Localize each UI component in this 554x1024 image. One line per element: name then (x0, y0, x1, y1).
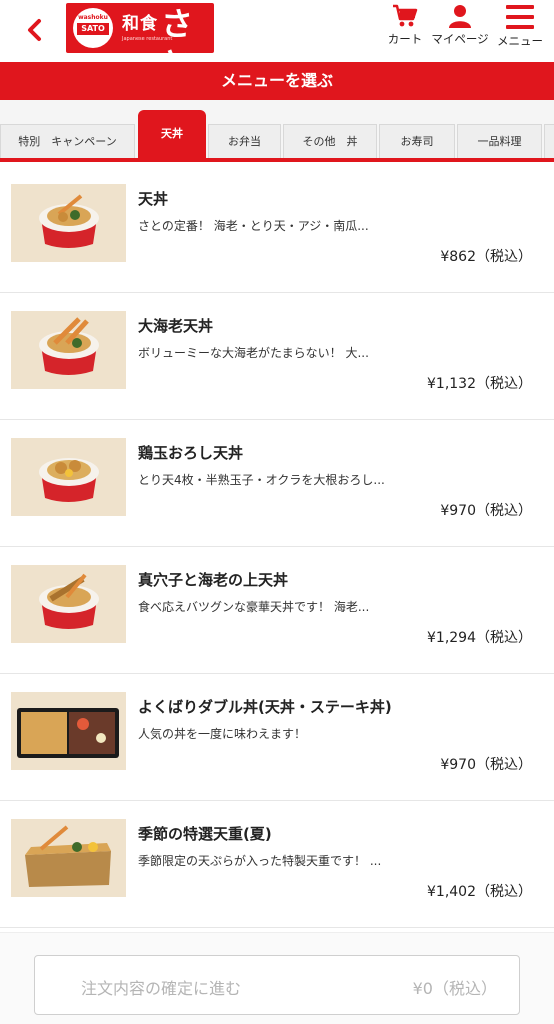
confirm-order-label: 注文内容の確定に進む (81, 979, 242, 998)
app-header: washoku SATO 和食 Japanese restaurant さと カ… (0, 0, 554, 83)
item-description: ボリューミーな大海老がたまらない！ 大... (138, 346, 369, 360)
item-price: ¥862（税込） (440, 249, 532, 265)
menu-button[interactable]: メニュー (485, 4, 554, 56)
brand-logo[interactable]: washoku SATO 和食 Japanese restaurant さと (66, 3, 214, 83)
tab-tendon[interactable]: 天丼 (138, 110, 206, 158)
logo-emblem: washoku SATO (73, 8, 113, 48)
menu-item[interactable]: 真穴子と海老の上天丼 食べ応えバツグンな豪華天丼です！ 海老... ¥1,294… (0, 547, 554, 674)
confirm-order-button[interactable]: 注文内容の確定に進む ¥0（税込） (34, 955, 520, 1015)
menu-item[interactable]: 天丼 さとの定番！ 海老・とり天・アジ・南瓜... ¥862（税込） (0, 166, 554, 293)
order-bar: 注文内容の確定に進む ¥0（税込） (0, 932, 554, 1024)
item-description: 食べ応えバツグンな豪華天丼です！ 海老... (138, 600, 370, 614)
menu-item[interactable]: 大海老天丼 ボリューミーな大海老がたまらない！ 大... ¥1,132（税込） (0, 293, 554, 420)
item-name: 鶏玉おろし天丼 (138, 444, 244, 462)
tab-overflow[interactable] (544, 124, 554, 158)
food-photo (11, 692, 126, 770)
menu-list: 天丼 さとの定番！ 海老・とり天・アジ・南瓜... ¥862（税込） 大海老天丼… (0, 166, 554, 928)
item-description: 人気の丼を一度に味わえます！ (138, 727, 307, 741)
user-icon (449, 5, 471, 28)
tab-sushi[interactable]: お寿司 (379, 124, 455, 158)
chevron-left-icon (28, 19, 41, 41)
food-photo (11, 184, 126, 262)
item-name: 大海老天丼 (138, 317, 214, 335)
cart-icon (393, 4, 418, 27)
menu-item[interactable]: よくばりダブル丼(天丼・ステーキ丼) 人気の丼を一度に味わえます！ ¥970（税… (0, 674, 554, 801)
item-price: ¥1,132（税込） (427, 376, 532, 392)
item-description: とり天4枚・半熟玉子・オクラを大根おろし... (138, 473, 385, 487)
category-tabs: 特別 キャンペーン 天丼 お弁当 その他 丼 お寿司 一品料理 (0, 100, 554, 162)
item-name: よくばりダブル丼(天丼・ステーキ丼) (138, 698, 392, 716)
item-description: さとの定番！ 海老・とり天・アジ・南瓜... (138, 219, 369, 233)
tab-ippin[interactable]: 一品料理 (457, 124, 542, 158)
hamburger-icon (506, 5, 534, 29)
item-price: ¥970（税込） (440, 757, 532, 773)
food-photo (11, 438, 126, 516)
menu-item[interactable]: 季節の特選天重(夏) 季節限定の天ぷらが入った特製天重です！ ... ¥1,40… (0, 801, 554, 928)
item-description: 季節限定の天ぷらが入った特製天重です！ ... (138, 854, 382, 868)
tab-other-don[interactable]: その他 丼 (283, 124, 377, 158)
tab-campaign[interactable]: 特別 キャンペーン (0, 124, 135, 158)
item-name: 季節の特選天重(夏) (138, 825, 272, 843)
item-price: ¥1,294（税込） (427, 630, 532, 646)
logo-washoku-text: 和食 (122, 14, 158, 34)
food-photo (11, 819, 126, 897)
order-total: ¥0（税込） (412, 979, 497, 998)
logo-small-text: washoku (78, 14, 108, 21)
item-price: ¥1,402（税込） (427, 884, 532, 900)
item-name: 真穴子と海老の上天丼 (138, 571, 289, 589)
menu-label: メニュー (497, 34, 543, 48)
item-name: 天丼 (138, 190, 169, 208)
back-button[interactable] (22, 16, 48, 44)
logo-sato-text: SATO (77, 23, 109, 35)
page-title: メニューを選ぶ (0, 62, 554, 100)
food-photo (11, 565, 126, 643)
tab-bento[interactable]: お弁当 (208, 124, 281, 158)
menu-item[interactable]: 鶏玉おろし天丼 とり天4枚・半熟玉子・オクラを大根おろし... ¥970（税込） (0, 420, 554, 547)
food-photo (11, 311, 126, 389)
item-price: ¥970（税込） (440, 503, 532, 519)
